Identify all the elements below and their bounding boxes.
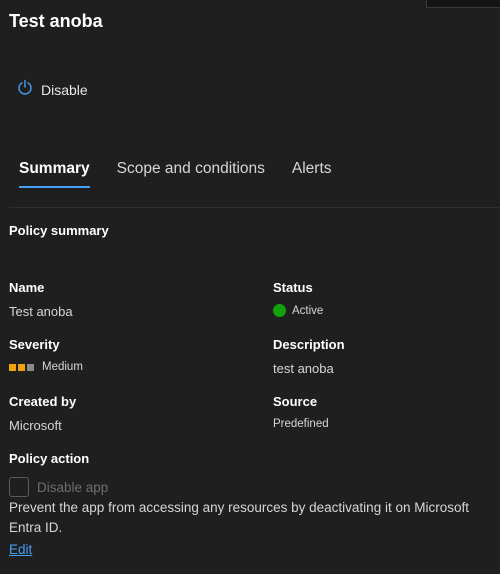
- status-text: Active: [292, 304, 324, 317]
- source-field: Source Predefined: [273, 394, 329, 430]
- severity-text: Medium: [42, 361, 83, 373]
- name-field: Name Test anoba: [9, 280, 73, 319]
- created-by-field: Created by Microsoft: [9, 394, 76, 433]
- disable-button[interactable]: Disable: [17, 79, 88, 101]
- disable-button-label: Disable: [41, 82, 88, 98]
- overlay-edge: [426, 0, 500, 8]
- source-value: Predefined: [273, 418, 329, 430]
- page-title: Test anoba: [9, 11, 103, 31]
- severity-bar: [9, 363, 16, 371]
- name-label: Name: [9, 280, 45, 295]
- disable-app-description: Prevent the app from accessing any resou…: [9, 500, 469, 535]
- disable-app-option: Disable app: [9, 477, 108, 497]
- tab-summary[interactable]: Summary: [19, 160, 90, 188]
- source-label: Source: [273, 394, 318, 409]
- edit-link[interactable]: Edit: [9, 542, 32, 557]
- status-label: Status: [273, 280, 313, 295]
- created-by-label: Created by: [9, 394, 77, 409]
- severity-value: Medium: [9, 361, 83, 373]
- policy-summary-heading: Policy summary: [9, 223, 109, 238]
- status-active-icon: [273, 304, 286, 317]
- description-label: Description: [273, 337, 345, 352]
- description-field: Description test anoba: [273, 337, 345, 376]
- tab-alerts[interactable]: Alerts: [292, 160, 332, 188]
- policy-action-label: Policy action: [9, 451, 90, 466]
- tab-divider: [9, 207, 500, 208]
- severity-bar: [18, 363, 25, 371]
- severity-field: Severity Medium: [9, 337, 83, 373]
- severity-bar: [27, 363, 34, 371]
- policy-details-panel: Test anoba Disable Summary Scope and con…: [0, 0, 500, 574]
- severity-bars-icon: [9, 363, 34, 371]
- created-by-value: Microsoft: [9, 418, 62, 433]
- name-value: Test anoba: [9, 304, 73, 319]
- tab-list: Summary Scope and conditions Alerts: [19, 160, 359, 188]
- severity-label: Severity: [9, 337, 60, 352]
- policy-action-field: Policy action: [9, 451, 89, 466]
- status-value: Active: [273, 304, 323, 317]
- tab-scope-and-conditions[interactable]: Scope and conditions: [117, 160, 265, 188]
- disable-app-label: Disable app: [37, 479, 109, 495]
- status-field: Status Active: [273, 280, 323, 317]
- description-value: test anoba: [273, 361, 334, 376]
- power-icon: [17, 79, 33, 101]
- disable-app-checkbox[interactable]: [9, 477, 29, 497]
